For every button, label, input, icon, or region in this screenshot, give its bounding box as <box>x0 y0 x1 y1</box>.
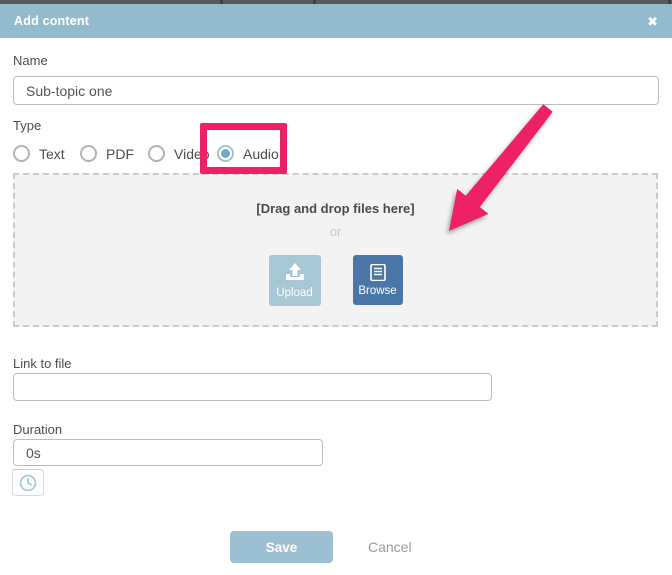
modal-body: Name Type Text PDF Video Audio <box>0 38 672 575</box>
radio-pdf[interactable]: PDF <box>80 145 134 162</box>
browse-button-label: Browse <box>358 285 396 297</box>
browse-file-icon <box>370 264 386 281</box>
radio-audio[interactable]: Audio <box>217 145 279 162</box>
add-content-dialog: Add content ✖ Name Type Text PDF Video A… <box>0 0 672 575</box>
upload-button-label: Upload <box>276 287 312 299</box>
close-icon[interactable]: ✖ <box>647 15 658 28</box>
upload-icon <box>284 263 306 283</box>
radio-circle-icon <box>80 145 97 162</box>
modal-title: Add content <box>14 14 89 28</box>
radio-circle-selected-icon <box>217 145 234 162</box>
upload-button[interactable]: Upload <box>269 255 321 306</box>
dropzone-or-text: or <box>330 224 342 239</box>
radio-pdf-label: PDF <box>106 146 134 162</box>
name-label: Name <box>13 53 48 68</box>
file-dropzone[interactable]: [Drag and drop files here] or Upload <box>13 173 658 327</box>
radio-text-label: Text <box>39 146 65 162</box>
name-input[interactable] <box>13 76 659 105</box>
modal-header: Add content ✖ <box>0 4 672 38</box>
duration-label: Duration <box>13 422 62 437</box>
type-label: Type <box>13 118 41 133</box>
dropzone-drag-text: [Drag and drop files here] <box>256 201 414 216</box>
link-to-file-input[interactable] <box>13 373 492 401</box>
radio-audio-label: Audio <box>243 146 279 162</box>
cancel-button[interactable]: Cancel <box>368 539 412 555</box>
link-to-file-label: Link to file <box>13 356 72 371</box>
save-button[interactable]: Save <box>230 531 333 563</box>
radio-video[interactable]: Video <box>148 145 210 162</box>
duration-input[interactable] <box>13 439 323 466</box>
radio-circle-icon <box>148 145 165 162</box>
radio-circle-icon <box>13 145 30 162</box>
browse-button[interactable]: Browse <box>353 255 403 305</box>
radio-text[interactable]: Text <box>13 145 65 162</box>
clock-icon <box>19 474 37 492</box>
radio-video-label: Video <box>174 146 210 162</box>
duration-timepicker-button[interactable] <box>12 469 44 496</box>
